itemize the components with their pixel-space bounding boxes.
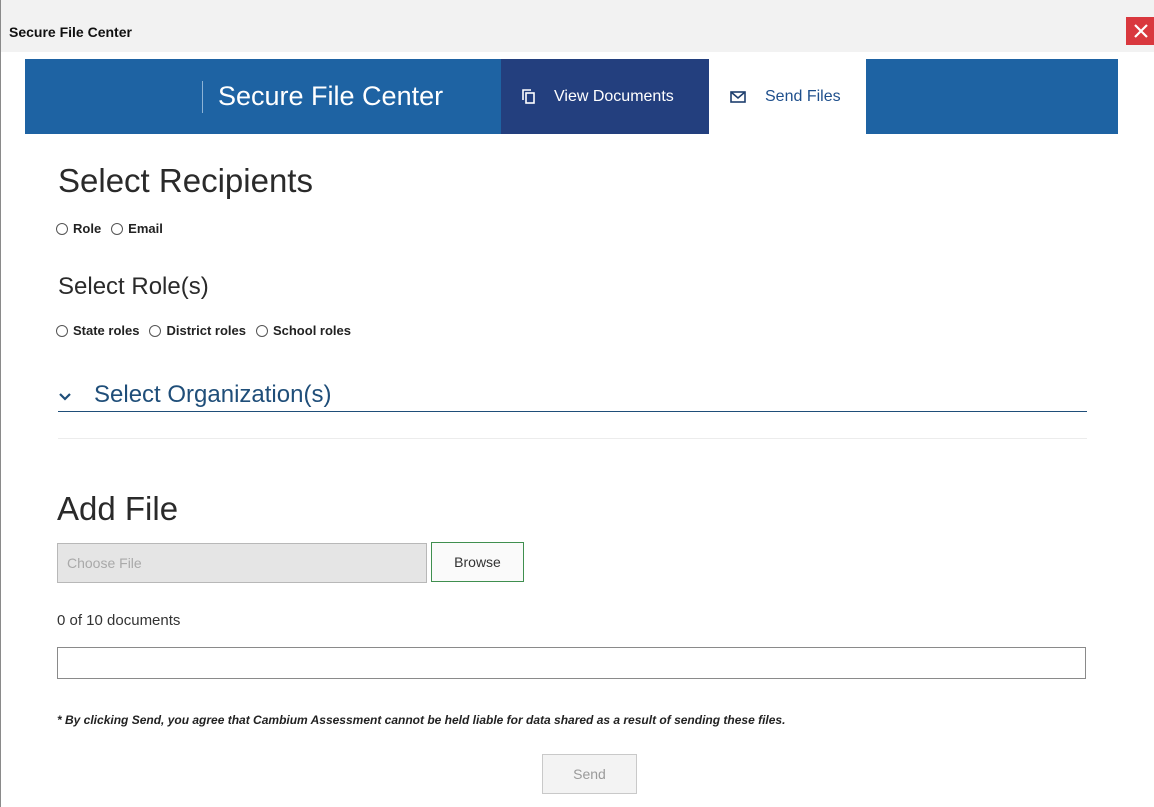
- close-icon: [1133, 24, 1148, 38]
- section-divider: [58, 438, 1087, 439]
- select-recipients-heading: Select Recipients: [58, 162, 313, 199]
- radio-state-roles[interactable]: State roles: [56, 323, 139, 338]
- chevron-down-icon: [59, 393, 71, 401]
- accordion-label: Select Organization(s): [94, 381, 332, 408]
- browse-button[interactable]: Browse: [431, 542, 524, 582]
- document-count: 0 of 10 documents: [57, 612, 181, 629]
- top-navbar: Secure File Center View Documents Send F…: [25, 59, 1118, 134]
- radio-circle[interactable]: [111, 222, 124, 235]
- close-button[interactable]: [1126, 17, 1154, 45]
- send-button[interactable]: Send: [542, 754, 637, 794]
- brand-title: Secure File Center: [218, 81, 444, 111]
- radio-label: State roles: [73, 323, 140, 338]
- radio-label: School roles: [272, 323, 351, 338]
- window-title: Secure File Center: [9, 24, 132, 40]
- tab-view-documents[interactable]: View Documents: [501, 59, 709, 134]
- radio-circle[interactable]: [255, 324, 268, 337]
- envelope-icon: [729, 88, 747, 106]
- modal-window: Secure File Center Secure File Center Vi…: [0, 0, 1154, 807]
- choose-file-input[interactable]: [57, 543, 427, 583]
- select-roles-heading: Select Role(s): [58, 273, 209, 300]
- document-list-box: [57, 647, 1086, 679]
- radio-circle[interactable]: [149, 324, 162, 337]
- select-organizations-accordion[interactable]: Select Organization(s): [58, 378, 1087, 412]
- liability-disclaimer: * By clicking Send, you agree that Cambi…: [57, 713, 786, 727]
- radio-circle[interactable]: [56, 222, 68, 235]
- radio-email[interactable]: Email: [111, 221, 163, 236]
- radio-label: District roles: [166, 323, 246, 338]
- radio-circle[interactable]: [56, 324, 68, 337]
- recipient-type-radios: Role Email: [56, 221, 173, 236]
- radio-school-roles[interactable]: School roles: [255, 323, 351, 338]
- radio-role[interactable]: Role: [56, 221, 101, 236]
- tab-label: Send Files: [765, 87, 841, 105]
- nav-divider: [202, 81, 203, 113]
- tab-send-files[interactable]: Send Files: [709, 59, 866, 134]
- copy-icon: [520, 88, 538, 106]
- role-level-radios: State roles District roles School roles: [56, 323, 361, 338]
- radio-label: Role: [73, 221, 102, 236]
- title-bar: Secure File Center: [1, 0, 1154, 52]
- radio-label: Email: [128, 221, 163, 236]
- add-file-heading: Add File: [57, 490, 179, 527]
- tab-label: View Documents: [554, 87, 674, 105]
- radio-district-roles[interactable]: District roles: [149, 323, 246, 338]
